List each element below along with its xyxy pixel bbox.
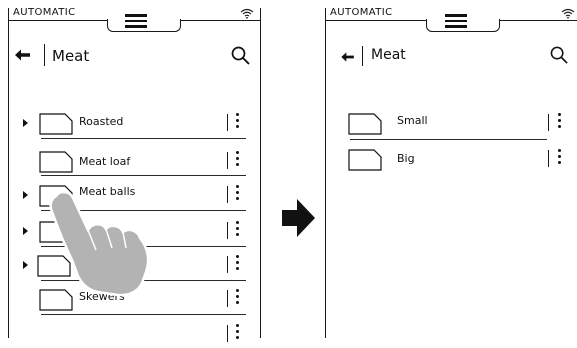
- mode-label: AUTOMATIC: [13, 7, 76, 18]
- item-folder-icon: [39, 151, 73, 173]
- more-options-icon[interactable]: [236, 185, 239, 203]
- item-separator: [227, 290, 229, 307]
- expand-arrow-icon[interactable]: [23, 119, 28, 127]
- mode-label: AUTOMATIC: [330, 7, 393, 18]
- tapping-hand-icon: [49, 190, 150, 297]
- row-divider: [41, 138, 246, 140]
- page-title: Meat: [371, 47, 406, 63]
- item-label: Roasted: [79, 115, 124, 128]
- item-folder-icon: [348, 149, 382, 171]
- more-options-icon[interactable]: [236, 324, 239, 342]
- back-arrow-icon[interactable]: [341, 52, 355, 62]
- item-separator: [227, 152, 229, 169]
- hamburger-menu-icon[interactable]: [125, 14, 147, 31]
- page-title: Meat: [52, 47, 90, 65]
- more-options-icon[interactable]: [558, 149, 561, 167]
- more-options-icon[interactable]: [236, 221, 239, 239]
- list-item[interactable]: Small: [326, 111, 577, 141]
- item-separator: [227, 186, 229, 203]
- search-icon[interactable]: [550, 46, 568, 64]
- item-label: Meat loaf: [79, 155, 131, 168]
- item-separator: [227, 222, 229, 239]
- item-separator: [227, 256, 229, 273]
- item-separator: [548, 114, 550, 131]
- hamburger-menu-icon[interactable]: [445, 14, 467, 31]
- search-icon[interactable]: [231, 46, 250, 65]
- item-folder-icon: [348, 113, 382, 135]
- more-options-icon[interactable]: [236, 151, 239, 169]
- item-separator: [548, 150, 550, 167]
- item-separator: [227, 325, 229, 342]
- expand-arrow-icon[interactable]: [23, 227, 28, 235]
- expand-arrow-icon[interactable]: [23, 191, 28, 199]
- title-separator: [44, 44, 46, 66]
- list-item[interactable]: [9, 322, 260, 348]
- row-divider: [350, 139, 547, 141]
- more-options-icon[interactable]: [236, 255, 239, 273]
- item-folder-icon: [39, 113, 73, 135]
- row-divider: [41, 175, 246, 177]
- back-arrow-icon[interactable]: [15, 49, 31, 61]
- row-divider: [41, 314, 246, 316]
- list-item[interactable]: Meat loaf: [9, 149, 260, 177]
- item-separator: [227, 114, 229, 131]
- list-item[interactable]: Big: [326, 147, 577, 173]
- more-options-icon[interactable]: [236, 289, 239, 307]
- item-label: Big: [397, 152, 415, 165]
- title-separator: [362, 46, 364, 66]
- header: Meat: [326, 44, 577, 68]
- more-options-icon[interactable]: [558, 113, 561, 131]
- more-options-icon[interactable]: [236, 113, 239, 131]
- right-screen: AUTOMATIC Meat Small Big: [325, 7, 577, 338]
- expand-arrow-icon[interactable]: [23, 261, 28, 269]
- wifi-icon: [240, 8, 254, 19]
- list-item[interactable]: Roasted: [9, 111, 260, 140]
- item-label: Small: [397, 114, 428, 127]
- right-arrow-icon: [282, 199, 315, 237]
- header: Meat: [9, 44, 260, 68]
- wifi-icon: [561, 8, 575, 19]
